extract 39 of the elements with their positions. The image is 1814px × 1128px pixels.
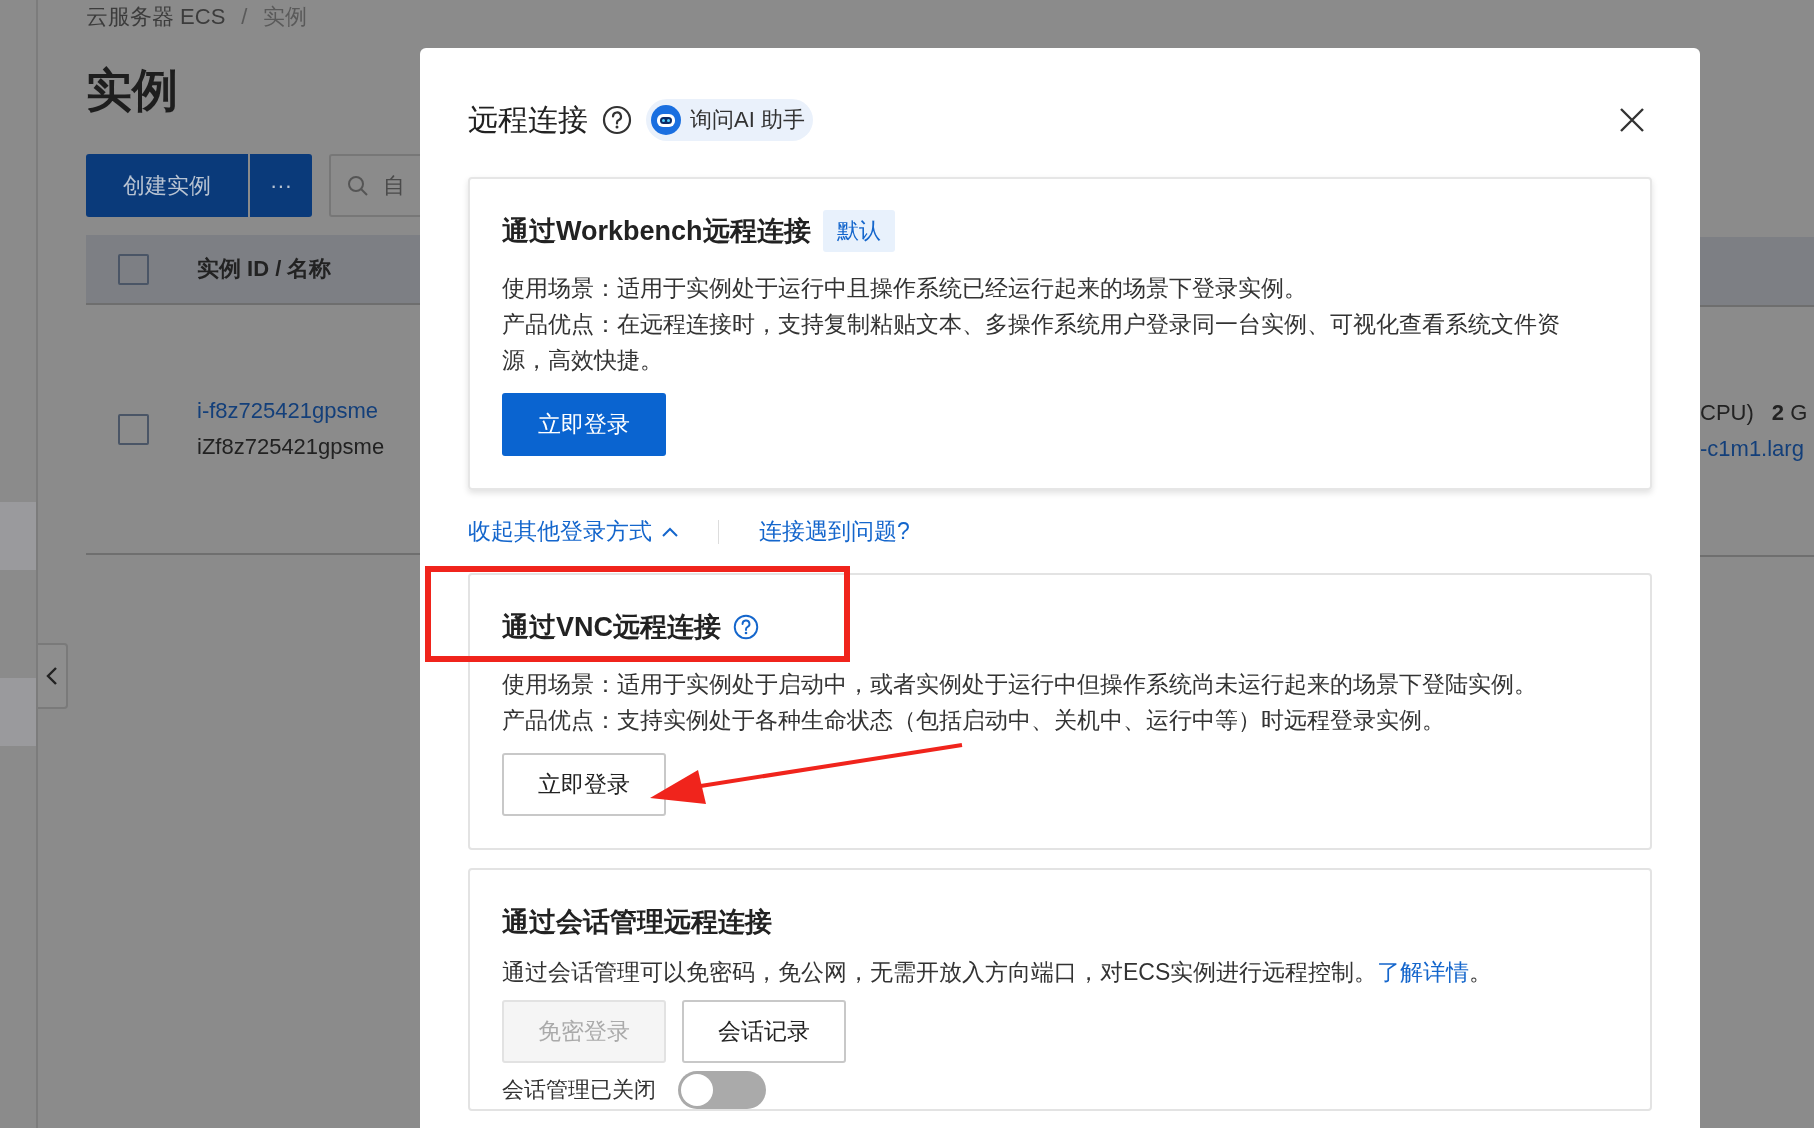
collapse-button[interactable] — [38, 643, 68, 709]
toggle-switch[interactable] — [678, 1071, 766, 1109]
description-text: 产品优点：在远程连接时，支持复制粘贴文本、多操作系统用户登录同一台实例、可视化查看系统文件资源，高效快捷。 — [502, 310, 1561, 375]
column-header: 实例 ID / 名称 — [197, 255, 332, 283]
description-text: 产品优点：支持实例处于各种生命状态（包括启动中、关机中、运行中等）时远程登录实例。 — [502, 706, 1446, 735]
card-title: 通过会话管理远程连接 — [502, 906, 772, 939]
description-text: 通过会话管理可以免密码，免公网，无需开放入方向端口，对ECS实例进行远程控制。了解详情。 — [502, 958, 1494, 987]
instance-type-link[interactable]: -c1m1.larg — [1700, 431, 1814, 467]
login-button[interactable]: 会话记录 — [682, 1000, 846, 1063]
breadcrumb-item[interactable]: 云服务器 ECS — [86, 2, 226, 32]
dialog-title: 远程连接 — [468, 101, 588, 138]
table-cell-text: CPU) — [1700, 399, 1754, 427]
instance-name: iZf8z725421gpsme — [197, 433, 385, 461]
toggle-label: 会话管理已关闭 — [502, 1076, 656, 1104]
robot-icon — [650, 104, 682, 136]
search-icon — [347, 174, 369, 197]
chevron-up-icon — [662, 526, 678, 537]
help-icon[interactable] — [602, 105, 632, 135]
breadcrumb-separator: / — [241, 4, 248, 30]
collapse-link[interactable]: 收起其他登录方式 — [468, 516, 678, 547]
chevron-left-icon — [45, 665, 59, 687]
card-title: 通过VNC远程连接 — [502, 611, 721, 644]
default-tag: 默认 — [822, 210, 895, 252]
checkbox[interactable] — [118, 413, 149, 445]
learn-more-link[interactable]: 了解详情 — [1377, 959, 1470, 985]
instance-id-link[interactable]: i-f8z725421gpsme — [197, 393, 385, 429]
ai-assistant-button[interactable]: 询问AI 助手 — [646, 99, 813, 141]
help-icon[interactable] — [733, 614, 759, 640]
more-button[interactable]: ··· — [248, 154, 312, 217]
trouble-link[interactable]: 连接遇到问题? — [759, 516, 910, 547]
login-button[interactable]: 立即登录 — [502, 393, 666, 456]
create-button[interactable]: 创建实例 — [86, 154, 248, 217]
description-text: 使用场景：适用于实例处于运行中且操作系统已经运行起来的场景下登录实例。 — [502, 274, 1308, 303]
checkbox[interactable] — [118, 253, 149, 285]
login-button[interactable]: 立即登录 — [502, 753, 666, 816]
card-title: 通过Workbench远程连接 — [502, 215, 811, 248]
table-cell-text: 2 G — [1771, 399, 1808, 427]
page-title: 实例 — [86, 63, 179, 118]
description-text: 使用场景：适用于实例处于启动中，或者实例处于运行中但操作系统尚未运行起来的场景下登陆实例。 — [502, 670, 1538, 699]
